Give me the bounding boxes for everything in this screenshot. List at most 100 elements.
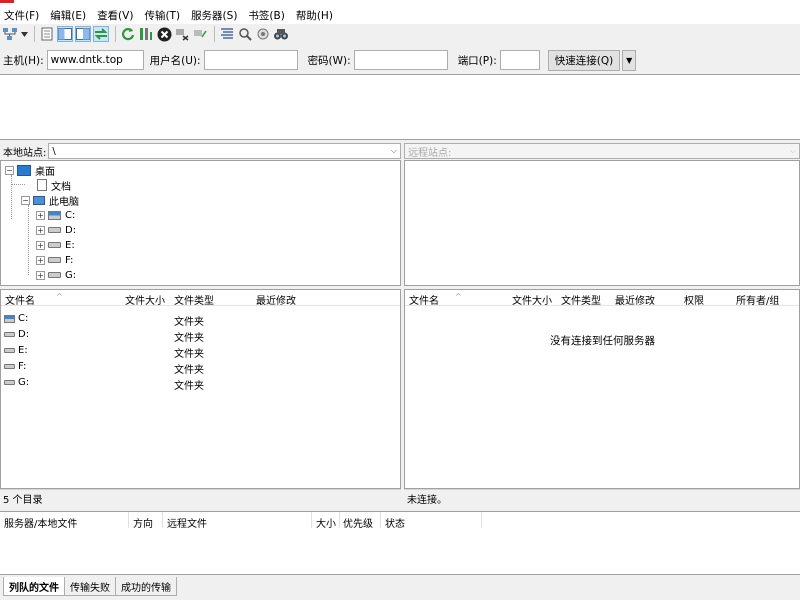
port-input[interactable] [499, 50, 540, 70]
chevron-down-icon[interactable]: ⌵ [790, 146, 796, 156]
tree-item-drive[interactable]: + C: [36, 208, 75, 222]
file-name: C: [18, 313, 29, 324]
sync-browse-icon[interactable] [255, 26, 271, 42]
column-separator [380, 512, 381, 529]
remote-tree[interactable] [404, 160, 800, 286]
tree-item-label: C: [65, 209, 76, 221]
toggle-remote-tree-icon[interactable] [75, 26, 91, 42]
toggle-log-icon[interactable] [39, 26, 55, 42]
expand-icon[interactable]: + [36, 255, 45, 265]
drive-icon [4, 348, 15, 353]
username-input[interactable] [203, 50, 298, 70]
menu-server[interactable]: 服务器(S) [191, 8, 237, 23]
quickconnect-dropdown-icon[interactable]: ▼ [622, 49, 637, 71]
column-header-modified[interactable]: 最近修改 [256, 292, 296, 307]
local-path-input[interactable]: \ ⌵ [48, 143, 401, 159]
file-name: D: [18, 329, 30, 340]
desktop-icon [17, 164, 31, 176]
local-list-header: ^ 文件名 文件大小 文件类型 最近修改 [1, 290, 400, 307]
file-name: E: [18, 345, 28, 356]
table-row[interactable]: C: 文件夹 [1, 311, 400, 328]
disconnect-icon[interactable] [174, 26, 190, 42]
table-row[interactable]: E: 文件夹 [1, 343, 400, 360]
remote-path-input[interactable]: 远程站点: ⌵ [404, 143, 800, 159]
menu-file[interactable]: 文件(F) [4, 8, 39, 23]
column-header-permissions[interactable]: 权限 [684, 292, 704, 307]
transfer-queue[interactable] [0, 528, 800, 575]
host-input[interactable] [46, 50, 144, 70]
tree-item-label: F: [65, 254, 74, 266]
filter-icon[interactable] [219, 26, 235, 42]
local-tree[interactable]: − 桌面 文档 − 此电脑 + C: + D: + E: + F: + G: [0, 160, 401, 286]
message-log[interactable] [0, 74, 800, 140]
password-input[interactable] [353, 50, 448, 70]
file-type: 文件夹 [174, 333, 204, 344]
column-header-size[interactable]: 文件大小 [512, 292, 552, 307]
chevron-down-icon[interactable]: ⌵ [391, 146, 397, 156]
remote-file-list[interactable]: ^ 文件名 文件大小 文件类型 最近修改 权限 所有者/组 没有连接到任何服务器 [404, 289, 800, 489]
cancel-icon[interactable] [156, 26, 172, 42]
document-icon [37, 179, 47, 191]
menu-help[interactable]: 帮助(H) [296, 8, 333, 23]
column-header-type[interactable]: 文件类型 [561, 292, 601, 307]
tree-line [28, 205, 29, 275]
column-header-name[interactable]: 文件名 [5, 292, 35, 307]
quickconnect-button[interactable]: 快速连接(Q) [547, 49, 621, 71]
table-row[interactable]: G: 文件夹 [1, 375, 400, 392]
tree-item-desktop[interactable]: − 桌面 [5, 163, 55, 178]
tree-item-label: E: [65, 239, 75, 251]
file-type: 文件夹 [174, 349, 204, 360]
tab-failed-transfers[interactable]: 传输失败 [64, 577, 116, 596]
column-header-size[interactable]: 文件大小 [125, 292, 165, 307]
toggle-local-tree-icon[interactable] [57, 26, 73, 42]
reconnect-icon[interactable] [192, 26, 208, 42]
tree-line [11, 184, 25, 185]
refresh-icon[interactable] [120, 26, 136, 42]
search-icon[interactable] [273, 26, 289, 42]
tab-queued-files[interactable]: 列队的文件 [3, 577, 65, 596]
menu-transfer[interactable]: 传输(T) [144, 8, 180, 23]
expand-icon[interactable]: + [36, 210, 45, 220]
table-row[interactable]: D: 文件夹 [1, 327, 400, 344]
local-file-list[interactable]: ^ 文件名 文件大小 文件类型 最近修改 C: 文件夹 D: 文件夹 E: 文件… [0, 289, 401, 489]
menu-bookmarks[interactable]: 书签(B) [248, 8, 284, 23]
column-header-type[interactable]: 文件类型 [174, 292, 214, 307]
computer-icon [33, 195, 45, 205]
column-separator [339, 512, 340, 529]
tree-item-drive[interactable]: + G: [36, 268, 76, 282]
expand-icon[interactable]: + [36, 240, 45, 250]
app-icon [0, 0, 14, 3]
tree-item-documents[interactable]: 文档 [35, 178, 71, 193]
menu-edit[interactable]: 编辑(E) [50, 8, 86, 23]
tree-item-drive[interactable]: + D: [36, 223, 76, 237]
menu-view[interactable]: 查看(V) [97, 8, 133, 23]
queue-header: 服务器/本地文件 方向 远程文件 大小 优先级 状态 [0, 511, 800, 530]
toolbar [0, 24, 800, 44]
column-separator [311, 512, 312, 529]
drive-icon [4, 380, 15, 385]
expand-icon[interactable]: + [36, 225, 45, 235]
collapse-icon[interactable]: − [21, 195, 30, 205]
process-queue-icon[interactable] [138, 26, 154, 42]
compare-icon[interactable] [237, 26, 253, 42]
toggle-queue-icon[interactable] [93, 26, 109, 42]
tree-item-this-pc[interactable]: − 此电脑 [21, 193, 79, 208]
column-header-name[interactable]: 文件名 [409, 292, 439, 307]
tree-item-drive[interactable]: + F: [36, 253, 73, 267]
collapse-icon[interactable]: − [5, 165, 14, 175]
local-path-value: \ [52, 145, 56, 157]
sort-ascending-icon: ^ [56, 292, 63, 301]
table-row[interactable]: F: 文件夹 [1, 359, 400, 376]
expand-icon[interactable]: + [36, 270, 45, 280]
drive-icon [48, 272, 61, 278]
site-manager-icon[interactable] [2, 26, 18, 42]
remote-list-header: ^ 文件名 文件大小 文件类型 最近修改 权限 所有者/组 [405, 290, 799, 307]
menu-bar: 文件(F) 编辑(E) 查看(V) 传输(T) 服务器(S) 书签(B) 帮助(… [0, 6, 800, 24]
not-connected-message: 没有连接到任何服务器 [550, 335, 655, 347]
dropdown-arrow-icon[interactable] [20, 26, 28, 42]
column-header-owner[interactable]: 所有者/组 [736, 292, 779, 307]
tab-successful-transfers[interactable]: 成功的传输 [115, 577, 177, 596]
column-header-modified[interactable]: 最近修改 [615, 292, 655, 307]
tree-item-drive[interactable]: + E: [36, 238, 75, 252]
tree-line [11, 175, 12, 219]
